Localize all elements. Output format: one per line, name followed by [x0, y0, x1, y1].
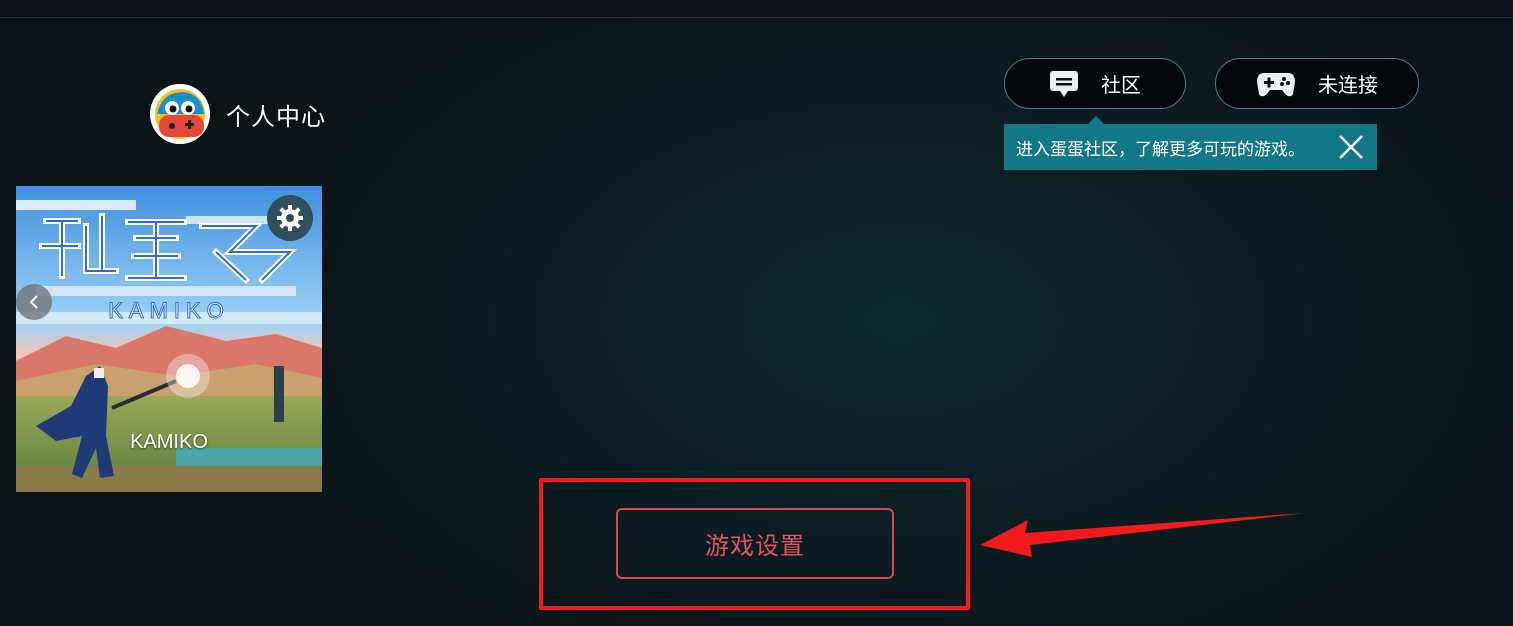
avatar[interactable]: [150, 84, 210, 144]
gear-icon: [277, 205, 303, 231]
egg-mascot-icon: [150, 84, 210, 144]
game-title: KAMIKO: [130, 431, 208, 453]
top-divider: [0, 0, 1513, 18]
close-icon[interactable]: [1337, 133, 1365, 161]
chevron-left-icon: [29, 295, 38, 309]
logo-text: KAMIKO: [108, 298, 230, 323]
connection-status-button[interactable]: 未连接: [1215, 58, 1419, 109]
tooltip-text: 进入蛋蛋社区，了解更多可玩的游戏。: [1016, 139, 1305, 160]
community-tooltip: 进入蛋蛋社区，了解更多可玩的游戏。: [1004, 116, 1377, 170]
previous-game-button[interactable]: [16, 284, 52, 320]
profile-center[interactable]: 个人中心: [150, 84, 326, 144]
connection-status-label: 未连接: [1318, 73, 1378, 97]
annotation-arrow-icon: [980, 513, 1305, 557]
community-button[interactable]: 社区: [1004, 58, 1186, 109]
profile-label[interactable]: 个人中心: [226, 97, 326, 132]
game-settings-gear-button[interactable]: [267, 195, 313, 241]
gamepad-icon: [1257, 72, 1295, 96]
annotation-highlight-box: [539, 478, 970, 610]
chat-bubble-icon: [1050, 70, 1078, 97]
community-label: 社区: [1101, 73, 1141, 97]
game-card-kamiko[interactable]: KAMIKO KAMIKO: [16, 186, 322, 492]
